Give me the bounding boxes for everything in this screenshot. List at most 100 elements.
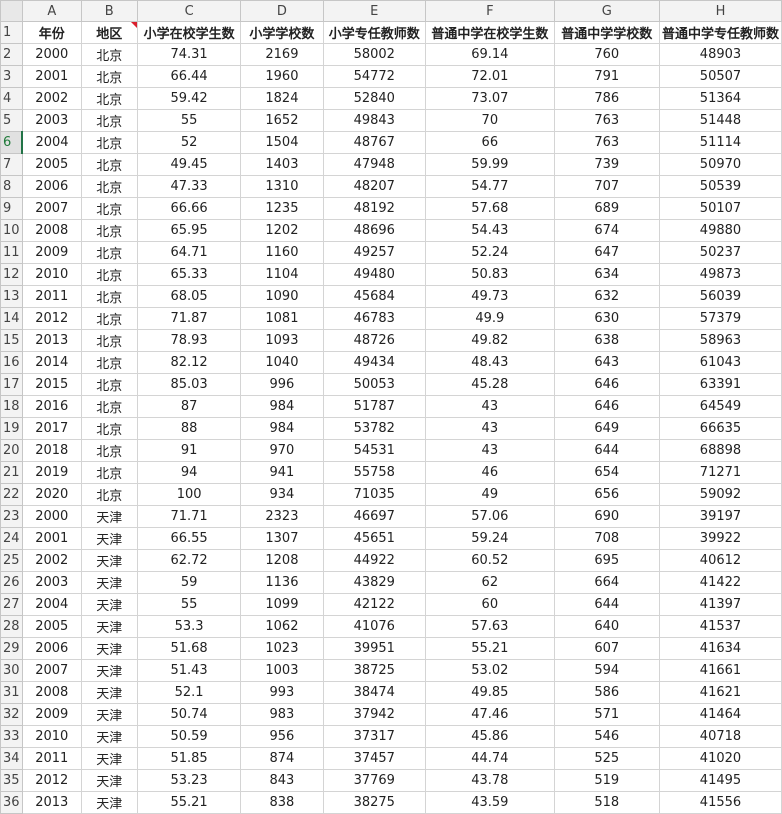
cell-d17[interactable]: 996	[240, 373, 324, 396]
cell-d34[interactable]: 874	[240, 747, 324, 770]
cell-f7[interactable]: 59.99	[425, 153, 555, 176]
cell-a24[interactable]: 2001	[21, 527, 82, 550]
cell-b30[interactable]: 天津	[80, 659, 138, 682]
cell-g28[interactable]: 640	[553, 615, 660, 638]
cell-e9[interactable]: 48192	[322, 197, 427, 220]
cell-c32[interactable]: 50.74	[136, 703, 242, 726]
cell-b12[interactable]: 北京	[80, 263, 138, 286]
cell-d31[interactable]: 993	[240, 681, 324, 704]
cell-g11[interactable]: 647	[553, 241, 660, 264]
row-header[interactable]: 23	[0, 505, 23, 528]
cell-d9[interactable]: 1235	[240, 197, 324, 220]
cell-c26[interactable]: 59	[136, 571, 242, 594]
cell-c9[interactable]: 66.66	[136, 197, 242, 220]
cell-g16[interactable]: 643	[553, 351, 660, 374]
row-header[interactable]: 24	[0, 527, 23, 550]
cell-b18[interactable]: 北京	[80, 395, 138, 418]
cell-d20[interactable]: 970	[240, 439, 324, 462]
cell-d26[interactable]: 1136	[240, 571, 324, 594]
column-header-g[interactable]: G	[553, 0, 660, 22]
cell-e22[interactable]: 71035	[322, 483, 427, 506]
cell-h23[interactable]: 39197	[658, 505, 782, 528]
cell-d11[interactable]: 1160	[240, 241, 324, 264]
cell-e33[interactable]: 37317	[322, 725, 427, 748]
row-header[interactable]: 34	[0, 747, 23, 770]
cell-g33[interactable]: 546	[553, 725, 660, 748]
row-header[interactable]: 3	[0, 65, 23, 88]
cell-d15[interactable]: 1093	[240, 329, 324, 352]
cell-f8[interactable]: 54.77	[425, 175, 555, 198]
cell-a33[interactable]: 2010	[21, 725, 82, 748]
cell-e23[interactable]: 46697	[322, 505, 427, 528]
cell-g20[interactable]: 644	[553, 439, 660, 462]
row-header[interactable]: 29	[0, 637, 23, 660]
cell-g25[interactable]: 695	[553, 549, 660, 572]
cell-d27[interactable]: 1099	[240, 593, 324, 616]
cell-f4[interactable]: 73.07	[425, 87, 555, 110]
cell-d32[interactable]: 983	[240, 703, 324, 726]
column-header-d[interactable]: D	[240, 0, 324, 22]
cell-f36[interactable]: 43.59	[425, 791, 555, 814]
cell-c14[interactable]: 71.87	[136, 307, 242, 330]
row-header[interactable]: 17	[0, 373, 23, 396]
cell-f31[interactable]: 49.85	[425, 681, 555, 704]
cell-d5[interactable]: 1652	[240, 109, 324, 132]
cell-b33[interactable]: 天津	[80, 725, 138, 748]
cell-b7[interactable]: 北京	[80, 153, 138, 176]
cell-b27[interactable]: 天津	[80, 593, 138, 616]
cell-b2[interactable]: 北京	[80, 43, 138, 66]
cell-a20[interactable]: 2018	[21, 439, 82, 462]
cell-d4[interactable]: 1824	[240, 87, 324, 110]
cell-a17[interactable]: 2015	[21, 373, 82, 396]
cell-a3[interactable]: 2001	[21, 65, 82, 88]
cell-f13[interactable]: 49.73	[425, 285, 555, 308]
cell-d1[interactable]: 小学学校数	[240, 21, 324, 44]
cell-e16[interactable]: 49434	[322, 351, 427, 374]
cell-a2[interactable]: 2000	[21, 43, 82, 66]
cell-a14[interactable]: 2012	[21, 307, 82, 330]
cell-a19[interactable]: 2017	[21, 417, 82, 440]
cell-h13[interactable]: 56039	[658, 285, 782, 308]
cell-b21[interactable]: 北京	[80, 461, 138, 484]
row-header[interactable]: 15	[0, 329, 23, 352]
cell-b32[interactable]: 天津	[80, 703, 138, 726]
cell-e19[interactable]: 53782	[322, 417, 427, 440]
cell-h27[interactable]: 41397	[658, 593, 782, 616]
cell-b19[interactable]: 北京	[80, 417, 138, 440]
cell-g26[interactable]: 664	[553, 571, 660, 594]
cell-d29[interactable]: 1023	[240, 637, 324, 660]
cell-g4[interactable]: 786	[553, 87, 660, 110]
cell-d24[interactable]: 1307	[240, 527, 324, 550]
cell-d2[interactable]: 2169	[240, 43, 324, 66]
cell-b11[interactable]: 北京	[80, 241, 138, 264]
cell-e6[interactable]: 48767	[322, 131, 427, 154]
cell-e14[interactable]: 46783	[322, 307, 427, 330]
cell-h8[interactable]: 50539	[658, 175, 782, 198]
cell-b13[interactable]: 北京	[80, 285, 138, 308]
column-header-f[interactable]: F	[425, 0, 555, 22]
cell-h5[interactable]: 51448	[658, 109, 782, 132]
cell-c1[interactable]: 小学在校学生数	[136, 21, 242, 44]
cell-d23[interactable]: 2323	[240, 505, 324, 528]
cell-h2[interactable]: 48903	[658, 43, 782, 66]
cell-f10[interactable]: 54.43	[425, 219, 555, 242]
cell-a10[interactable]: 2008	[21, 219, 82, 242]
cell-f17[interactable]: 45.28	[425, 373, 555, 396]
cell-f12[interactable]: 50.83	[425, 263, 555, 286]
cell-f20[interactable]: 43	[425, 439, 555, 462]
select-all-corner[interactable]	[0, 0, 23, 22]
cell-e13[interactable]: 45684	[322, 285, 427, 308]
cell-e1[interactable]: 小学专任教师数	[322, 21, 427, 44]
row-header[interactable]: 10	[0, 219, 23, 242]
cell-c11[interactable]: 64.71	[136, 241, 242, 264]
cell-f19[interactable]: 43	[425, 417, 555, 440]
cell-g10[interactable]: 674	[553, 219, 660, 242]
cell-h29[interactable]: 41634	[658, 637, 782, 660]
cell-f9[interactable]: 57.68	[425, 197, 555, 220]
row-header[interactable]: 22	[0, 483, 23, 506]
cell-g27[interactable]: 644	[553, 593, 660, 616]
row-header[interactable]: 19	[0, 417, 23, 440]
cell-b28[interactable]: 天津	[80, 615, 138, 638]
cell-g18[interactable]: 646	[553, 395, 660, 418]
row-header[interactable]: 27	[0, 593, 23, 616]
